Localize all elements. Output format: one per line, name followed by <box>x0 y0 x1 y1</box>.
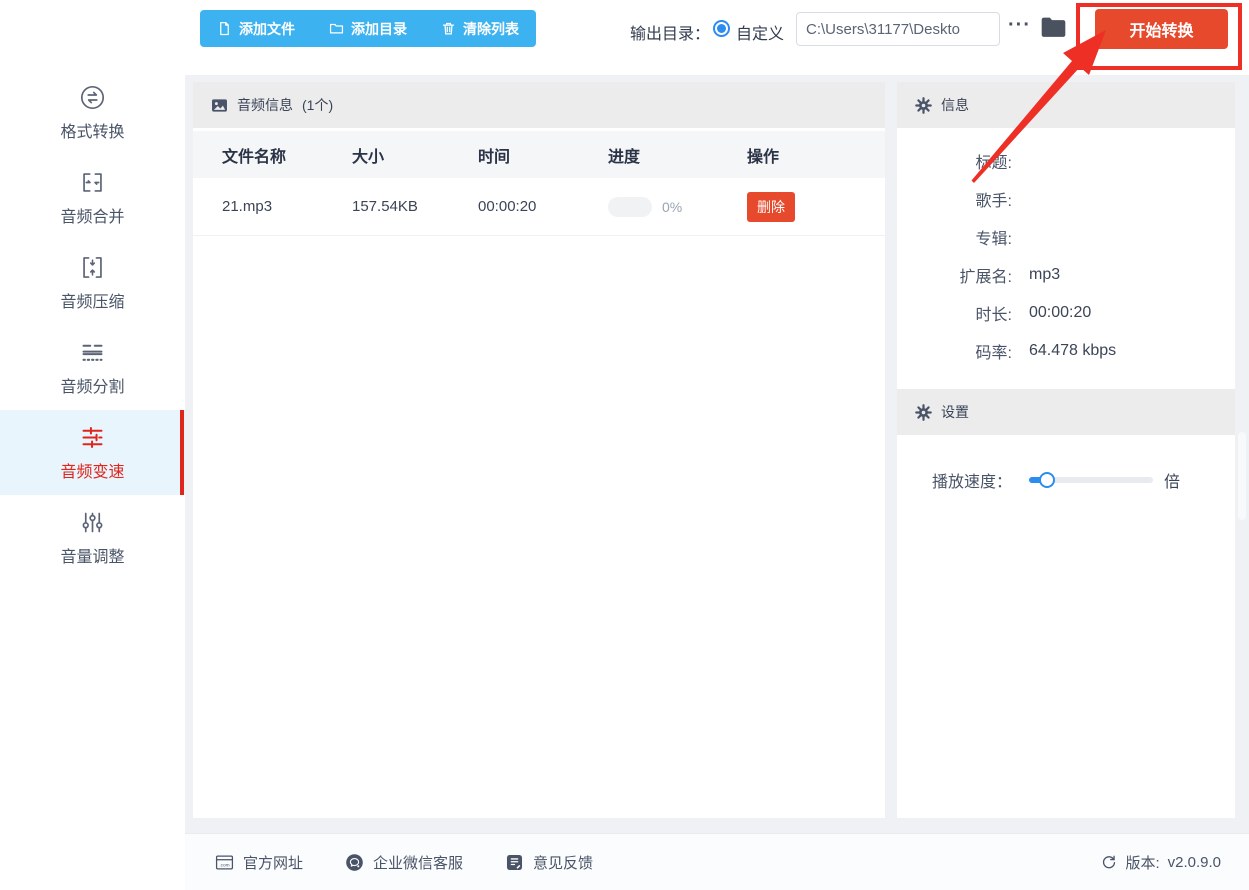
output-path-input[interactable] <box>796 12 1000 46</box>
audio-info-title: 音频信息 <box>237 97 293 113</box>
sidebar-item-label: 格式转换 <box>60 123 125 141</box>
field-label-artist: 歌手: <box>975 193 1012 210</box>
speed-unit-label: 倍 <box>1164 474 1181 491</box>
website-icon: .com <box>215 853 234 872</box>
sidebar-item-label: 音频压缩 <box>60 293 125 311</box>
swap-circle-icon <box>79 84 106 111</box>
volume-sliders-icon <box>79 509 106 536</box>
sidebar-item-label: 音频变速 <box>60 463 125 481</box>
field-label-extension: 扩展名: <box>959 269 1012 286</box>
field-label-bitrate: 码率: <box>975 345 1012 362</box>
cell-size: 157.54KB <box>352 198 418 215</box>
field-label-title: 标题: <box>975 155 1012 172</box>
sidebar-item-label: 音量调整 <box>60 548 125 566</box>
table-row: 21.mp3 157.54KB 00:00:20 0% 删除 <box>193 178 885 236</box>
info-fields: 标题: 歌手: 专辑: 扩展名: mp3 时长: 00:00:20 码率: 64.47… <box>897 128 1235 389</box>
cell-file-name: 21.mp3 <box>222 198 273 215</box>
chat-bubble-icon <box>345 853 364 872</box>
custom-dir-radio-label[interactable]: 自定义 <box>736 20 784 44</box>
output-dir-label: 输出目录： <box>630 26 711 43</box>
top-toolbar: 添加文件 添加目录 清除列表 输出目录： 自定义 ··· 开始转换 <box>185 0 1249 75</box>
sidebar: 格式转换 音频合并 音频压缩 音频分割 音频变速 音量调整 <box>0 0 185 890</box>
audio-info-panel: 音频信息 (1个) 文件名称 大小 时间 进度 操作 21.mp3 157.54… <box>193 82 885 818</box>
file-icon <box>220 21 229 36</box>
col-file-name: 文件名称 <box>222 148 287 166</box>
slider-handle[interactable] <box>1039 472 1055 488</box>
wechat-support-link[interactable]: 企业微信客服 <box>345 852 463 873</box>
cell-action: 删除 <box>747 191 885 222</box>
svg-text:.com: .com <box>219 863 229 868</box>
playback-speed-slider[interactable] <box>1029 472 1153 488</box>
delete-button[interactable]: 删除 <box>747 191 795 222</box>
field-label-duration: 时长: <box>975 307 1012 324</box>
col-size: 大小 <box>352 148 385 166</box>
field-value-duration: 00:00:20 <box>1029 304 1092 321</box>
scrollbar-thumb[interactable] <box>1238 432 1246 520</box>
sidebar-item-audio-speed[interactable]: 音频变速 <box>0 410 185 495</box>
col-time: 时间 <box>478 148 511 166</box>
version-value: v2.0.9.0 <box>1167 853 1221 871</box>
cell-progress: 0% <box>608 196 747 217</box>
sidebar-item-audio-merge[interactable]: 音频合并 <box>0 155 185 240</box>
add-file-button[interactable]: 添加文件 <box>200 10 312 47</box>
cell-time: 00:00:20 <box>478 198 537 215</box>
settings-panel-header: 设置 <box>897 389 1235 435</box>
field-value-bitrate: 64.478 kbps <box>1029 342 1117 359</box>
main-content: 音频信息 (1个) 文件名称 大小 时间 进度 操作 21.mp3 157.54… <box>185 75 1249 833</box>
start-convert-button[interactable]: 开始转换 <box>1095 9 1228 49</box>
official-website-link[interactable]: .com 官方网址 <box>215 852 303 873</box>
compress-icon <box>79 254 106 281</box>
sidebar-item-format-convert[interactable]: 格式转换 <box>0 70 185 155</box>
field-label-album: 专辑: <box>975 231 1012 248</box>
audio-info-count: (1个) <box>302 97 334 113</box>
progress-percent: 0% <box>662 198 683 215</box>
progress-bar <box>608 196 652 217</box>
speed-sliders-icon <box>79 424 106 451</box>
open-folder-icon[interactable] <box>1040 16 1067 39</box>
playback-speed-row: 播放速度： 倍 <box>897 461 1235 499</box>
version-label: 版本: <box>1125 854 1160 872</box>
folder-icon <box>329 23 344 34</box>
refresh-icon[interactable] <box>1101 854 1117 870</box>
info-panel-header: 信息 <box>897 82 1235 128</box>
settings-panel-title: 设置 <box>941 404 969 420</box>
sidebar-item-volume-adjust[interactable]: 音量调整 <box>0 495 185 580</box>
feedback-icon <box>505 853 524 872</box>
audio-info-panel-header: 音频信息 (1个) <box>193 82 885 128</box>
sidebar-item-label: 音频分割 <box>60 378 125 396</box>
sidebar-item-audio-compress[interactable]: 音频压缩 <box>0 240 185 325</box>
custom-dir-radio[interactable] <box>713 20 730 37</box>
gear-icon <box>915 96 932 114</box>
info-panel-title: 信息 <box>941 97 969 113</box>
col-action: 操作 <box>747 148 780 166</box>
col-progress: 进度 <box>608 148 641 166</box>
merge-icon <box>79 169 106 196</box>
add-directory-button[interactable]: 添加目录 <box>312 10 424 47</box>
sidebar-item-label: 音频合并 <box>60 208 125 226</box>
browse-more-button[interactable]: ··· <box>1008 14 1031 37</box>
info-settings-panel: 信息 标题: 歌手: 专辑: 扩展名: mp3 时长: 00:00:20 码率: 64… <box>897 82 1235 818</box>
trash-icon <box>442 22 455 35</box>
version-info: 版本: v2.0.9.0 <box>1101 852 1221 873</box>
split-icon <box>79 339 106 366</box>
playback-speed-label: 播放速度： <box>931 474 1012 491</box>
sidebar-item-audio-split[interactable]: 音频分割 <box>0 325 185 410</box>
field-value-extension: mp3 <box>1029 266 1061 283</box>
audio-image-icon <box>211 97 228 114</box>
clear-list-button[interactable]: 清除列表 <box>424 10 536 47</box>
footer: .com 官方网址 企业微信客服 意见反馈 版本: v2.0.9.0 <box>185 833 1249 890</box>
feedback-link[interactable]: 意见反馈 <box>505 852 593 873</box>
file-actions-group: 添加文件 添加目录 清除列表 <box>200 10 536 47</box>
table-header-row: 文件名称 大小 时间 进度 操作 <box>193 128 885 178</box>
gear-icon <box>915 403 932 421</box>
